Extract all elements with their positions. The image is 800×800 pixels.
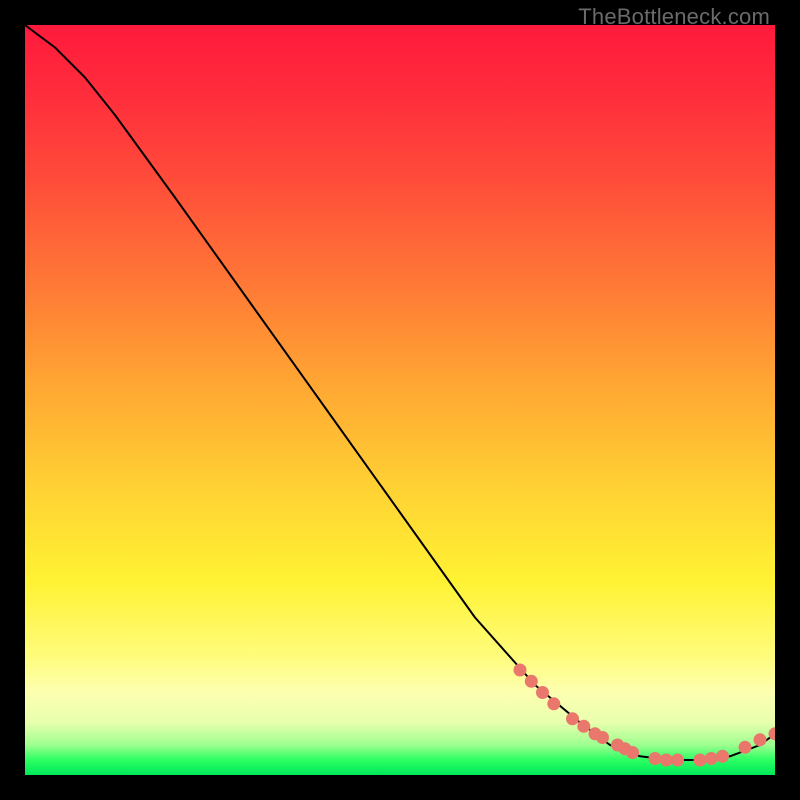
curve-dot	[536, 686, 549, 699]
curve-dot	[754, 733, 767, 746]
curve-dot	[525, 675, 538, 688]
curve-dot	[514, 664, 527, 677]
curve-dot	[566, 712, 579, 725]
curve-dot	[577, 720, 590, 733]
watermark-text: TheBottleneck.com	[578, 4, 770, 30]
chart-plot-area	[25, 25, 775, 775]
curve-dot	[705, 752, 718, 765]
chart-svg	[25, 25, 775, 775]
chart-frame: TheBottleneck.com	[0, 0, 800, 800]
curve-dot	[739, 741, 752, 754]
curve-dot	[626, 746, 639, 759]
curve-dot	[660, 754, 673, 767]
dotted-segment	[514, 664, 776, 767]
bottleneck-curve	[25, 25, 775, 760]
curve-dot	[671, 754, 684, 767]
curve-dot	[694, 754, 707, 767]
curve-dot	[547, 697, 560, 710]
curve-dot	[716, 750, 729, 763]
curve-dot	[596, 731, 609, 744]
curve-dot	[649, 752, 662, 765]
